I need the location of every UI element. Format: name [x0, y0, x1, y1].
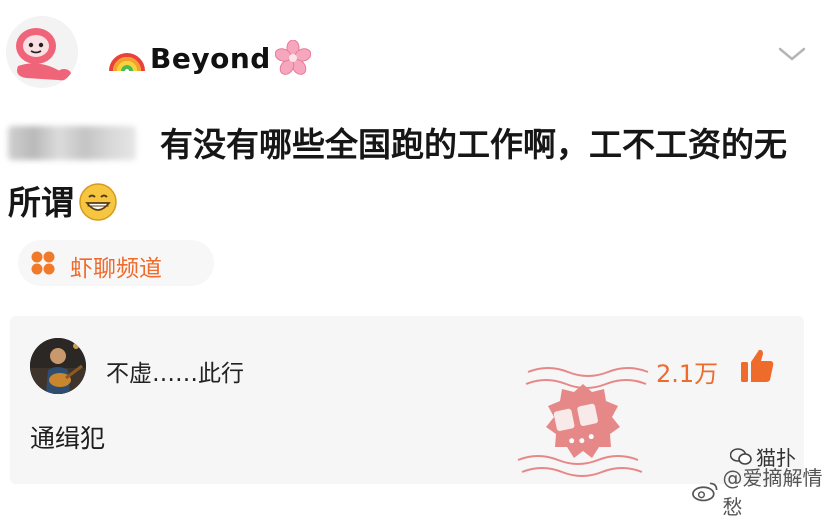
weibo-icon — [692, 482, 718, 502]
comment-text: 通缉犯 — [30, 424, 106, 453]
weibo-watermark: @爱摘解情愁 — [692, 462, 836, 520]
post-content: 有没有哪些全国跑的工作啊，工不工资的无所谓 — [8, 116, 818, 232]
blurred-mention — [8, 126, 136, 160]
thumbs-up-icon[interactable] — [740, 348, 774, 384]
author-name-row[interactable]: Beyond — [108, 40, 311, 76]
four-dots-icon — [31, 251, 55, 275]
grinning-face-icon — [79, 183, 117, 221]
author-avatar[interactable] — [6, 16, 78, 88]
channel-label[interactable]: 虾聊频道 — [70, 249, 162, 283]
channel-tag[interactable]: 虾聊频道 — [18, 240, 214, 286]
stamp-seal-icon — [517, 367, 649, 477]
author-name[interactable]: Beyond — [150, 42, 271, 75]
sakura-icon — [274, 40, 311, 75]
commenter-avatar[interactable] — [30, 338, 86, 394]
post-header: Beyond — [0, 0, 836, 100]
guitarist-photo-icon — [30, 338, 86, 394]
weibo-label: @爱摘解情愁 — [722, 466, 823, 519]
cartoon-avatar-icon — [6, 16, 78, 88]
commenter-name[interactable]: 不虚……此行 — [106, 354, 244, 388]
hot-comment-card[interactable]: 不虚……此行 2.1万 通缉犯 — [10, 316, 804, 484]
rainbow-icon — [109, 53, 145, 72]
chevron-down-icon[interactable] — [777, 44, 807, 64]
like-count: 2.1万 — [656, 360, 719, 388]
